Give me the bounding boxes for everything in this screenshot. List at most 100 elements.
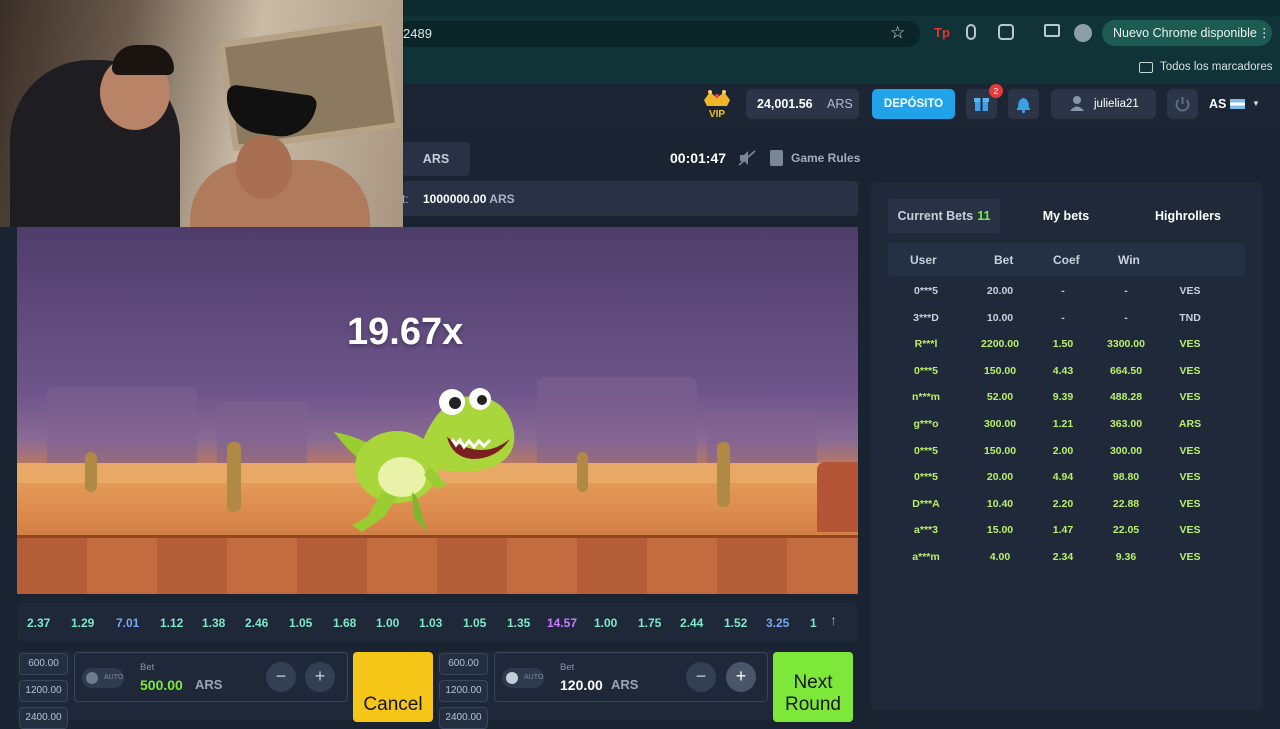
balance-amount: 24,001.56 bbox=[757, 97, 813, 111]
chrome-update-label: Nuevo Chrome disponible bbox=[1113, 26, 1257, 40]
argentina-flag-icon[interactable] bbox=[1230, 99, 1245, 109]
cactus bbox=[717, 442, 730, 507]
preset-amount-button[interactable]: 2400.00 bbox=[439, 707, 488, 729]
decrease-bet-button[interactable]: − bbox=[266, 662, 296, 692]
row-currency: VES bbox=[1179, 444, 1201, 457]
auto-toggle[interactable]: AUTO bbox=[502, 668, 544, 688]
red-rock bbox=[817, 462, 858, 532]
folder-icon bbox=[1139, 62, 1153, 73]
preset-amount-button[interactable]: 1200.00 bbox=[19, 680, 68, 702]
row-user: g***o bbox=[913, 418, 939, 430]
cracked-rock-layer bbox=[17, 535, 858, 594]
tab-current-bets[interactable]: Current Bets 11 bbox=[888, 199, 1000, 233]
bet-caption: Bet bbox=[560, 662, 575, 673]
webcam-overlay bbox=[0, 0, 403, 227]
cactus bbox=[577, 452, 588, 492]
row-currency: VES bbox=[1179, 524, 1201, 537]
game-canvas: 19.67x bbox=[17, 227, 858, 594]
logout-button[interactable] bbox=[1167, 89, 1198, 119]
history-multiplier: 14.57 bbox=[547, 616, 578, 630]
row-user: a***m bbox=[912, 551, 940, 563]
media-controls-icon[interactable] bbox=[1044, 24, 1060, 37]
balance-display: 24,001.56 ARS bbox=[746, 89, 859, 119]
language-code[interactable]: AS bbox=[1209, 97, 1226, 111]
row-currency: TND bbox=[1179, 311, 1201, 324]
notifications-button[interactable] bbox=[1008, 89, 1039, 119]
history-multiplier: 1.52 bbox=[724, 616, 748, 630]
next-round-button[interactable]: Next Round bbox=[773, 652, 853, 722]
extension-tp-icon[interactable]: Tp bbox=[934, 25, 950, 40]
all-bookmarks-link[interactable]: Todos los marcadores bbox=[1160, 61, 1273, 73]
arrow-up-icon[interactable]: ↑ bbox=[830, 612, 837, 628]
increase-bet-button[interactable]: + bbox=[305, 662, 335, 692]
auto-toggle[interactable]: AUTO bbox=[82, 668, 124, 688]
history-multiplier: 1.05 bbox=[289, 616, 313, 630]
history-multiplier: 1.38 bbox=[202, 616, 226, 630]
background-mesa bbox=[47, 387, 197, 467]
chrome-update-button[interactable]: Nuevo Chrome disponible ⋮ bbox=[1102, 20, 1272, 46]
wall-picture bbox=[218, 18, 402, 152]
cactus bbox=[85, 452, 97, 492]
address-bar-text: 2489 bbox=[403, 26, 432, 41]
history-multiplier: 3.25 bbox=[766, 616, 790, 630]
preset-amount-button[interactable]: 600.00 bbox=[439, 653, 488, 675]
history-multiplier: 1.75 bbox=[638, 616, 662, 630]
max-win-currency: ARS bbox=[489, 192, 515, 206]
row-currency: VES bbox=[1179, 551, 1201, 563]
history-multiplier: 1 bbox=[810, 616, 817, 630]
column-header-win: Win bbox=[1118, 253, 1140, 267]
bookmark-star-icon[interactable]: ☆ bbox=[890, 23, 905, 43]
history-multiplier: 2.46 bbox=[245, 616, 269, 630]
cactus bbox=[227, 442, 241, 512]
row-currency: VES bbox=[1179, 338, 1201, 351]
game-rules-link[interactable]: Game Rules bbox=[791, 151, 860, 165]
streamer-hair bbox=[112, 45, 174, 75]
history-multiplier: 1.12 bbox=[160, 616, 184, 630]
preset-amount-button[interactable]: 600.00 bbox=[19, 653, 68, 675]
increase-bet-button[interactable]: + bbox=[726, 662, 756, 692]
row-currency: VES bbox=[1179, 471, 1201, 484]
bet-currency: ARS bbox=[611, 677, 639, 692]
tab-my-bets[interactable]: My bets bbox=[1010, 199, 1122, 233]
history-multiplier: 1.68 bbox=[333, 616, 357, 630]
extension-mouse-icon[interactable] bbox=[966, 24, 976, 40]
row-user: D***A bbox=[912, 497, 940, 510]
bet-amount-input[interactable]: 500.00 bbox=[140, 677, 183, 693]
column-header-bet: Bet bbox=[994, 253, 1014, 267]
power-icon bbox=[1175, 97, 1190, 112]
bet-amount-input[interactable]: 120.00 bbox=[560, 677, 603, 693]
chrome-profile-avatar[interactable] bbox=[1074, 24, 1092, 42]
extensions-puzzle-icon[interactable] bbox=[998, 24, 1014, 40]
row-currency: VES bbox=[1179, 364, 1201, 377]
kebab-menu-icon[interactable]: ⋮ bbox=[1258, 20, 1271, 46]
preset-amount-button[interactable]: 1200.00 bbox=[439, 680, 488, 702]
history-multiplier: 1.05 bbox=[463, 616, 487, 630]
second-person-face bbox=[236, 135, 292, 199]
preset-amount-button[interactable]: 2400.00 bbox=[19, 707, 68, 729]
deposit-button[interactable]: DEPÓSITO bbox=[872, 89, 955, 119]
row-currency: VES bbox=[1179, 285, 1201, 297]
history-multiplier: 2.44 bbox=[680, 616, 704, 630]
cancel-button[interactable]: Cancel bbox=[353, 652, 433, 722]
history-multiplier: 1.00 bbox=[594, 616, 618, 630]
gift-count-badge: 2 bbox=[989, 84, 1003, 98]
currency-tab[interactable]: ARS bbox=[402, 142, 470, 176]
decrease-bet-button[interactable]: − bbox=[686, 662, 716, 692]
row-user: 0***5 bbox=[914, 444, 938, 457]
address-bar[interactable] bbox=[390, 21, 920, 47]
chevron-down-icon[interactable]: ▼ bbox=[1252, 99, 1260, 108]
user-menu[interactable]: julielia21 bbox=[1051, 89, 1156, 119]
current-multiplier: 19.67x bbox=[347, 311, 464, 353]
vip-crown-icon[interactable]: VIP bbox=[700, 86, 734, 120]
history-multiplier: 1.00 bbox=[376, 616, 400, 630]
history-multiplier: 1.03 bbox=[419, 616, 443, 630]
row-user: a***3 bbox=[914, 524, 938, 537]
username: julielia21 bbox=[1094, 98, 1139, 110]
row-currency: VES bbox=[1179, 391, 1201, 404]
tab-highrollers[interactable]: Highrollers bbox=[1132, 199, 1244, 233]
history-multiplier: 2.37 bbox=[27, 616, 51, 630]
row-user: R***l bbox=[914, 338, 938, 351]
max-win-amount: 1000000.00 bbox=[423, 192, 487, 206]
sound-muted-icon[interactable] bbox=[738, 150, 756, 166]
max-win-label: t: bbox=[402, 192, 409, 206]
